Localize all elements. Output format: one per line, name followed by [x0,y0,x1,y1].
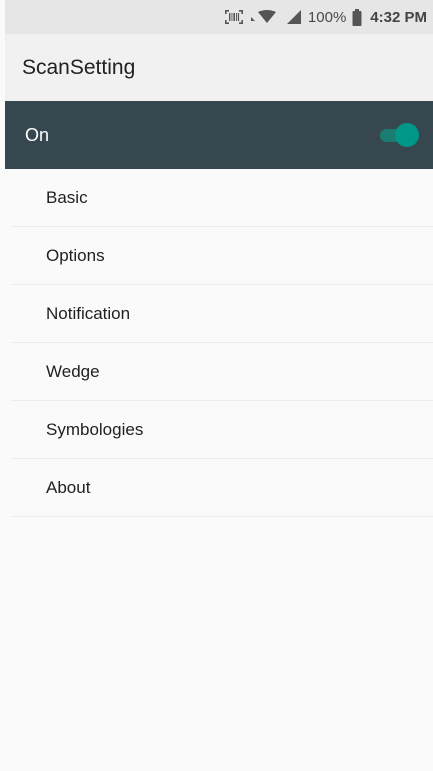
app-bar: ScanSetting [5,34,433,101]
toggle-thumb [395,123,419,147]
menu-item-symbologies[interactable]: Symbologies [11,401,433,459]
menu-item-wedge[interactable]: Wedge [11,343,433,401]
cell-signal-icon [286,9,302,25]
battery-percent: 100% [307,8,347,26]
wifi-icon [250,9,280,25]
menu-item-basic[interactable]: Basic [11,169,433,227]
master-toggle[interactable] [380,122,419,148]
menu-item-about[interactable]: About [11,459,433,517]
app-title: ScanSetting [22,55,136,79]
status-bar: 100% 4:32 PM [5,0,433,34]
screen: 100% 4:32 PM ScanSetting On Basic Option… [5,0,433,771]
master-switch-label: On [25,124,50,145]
settings-menu-list: Basic Options Notification Wedge Symbolo… [5,169,433,517]
master-switch-row[interactable]: On [5,101,433,169]
battery-icon [352,8,362,26]
menu-item-notification[interactable]: Notification [11,285,433,343]
scanner-icon [224,9,244,25]
status-time: 4:32 PM [370,8,427,26]
menu-item-options[interactable]: Options [11,227,433,285]
